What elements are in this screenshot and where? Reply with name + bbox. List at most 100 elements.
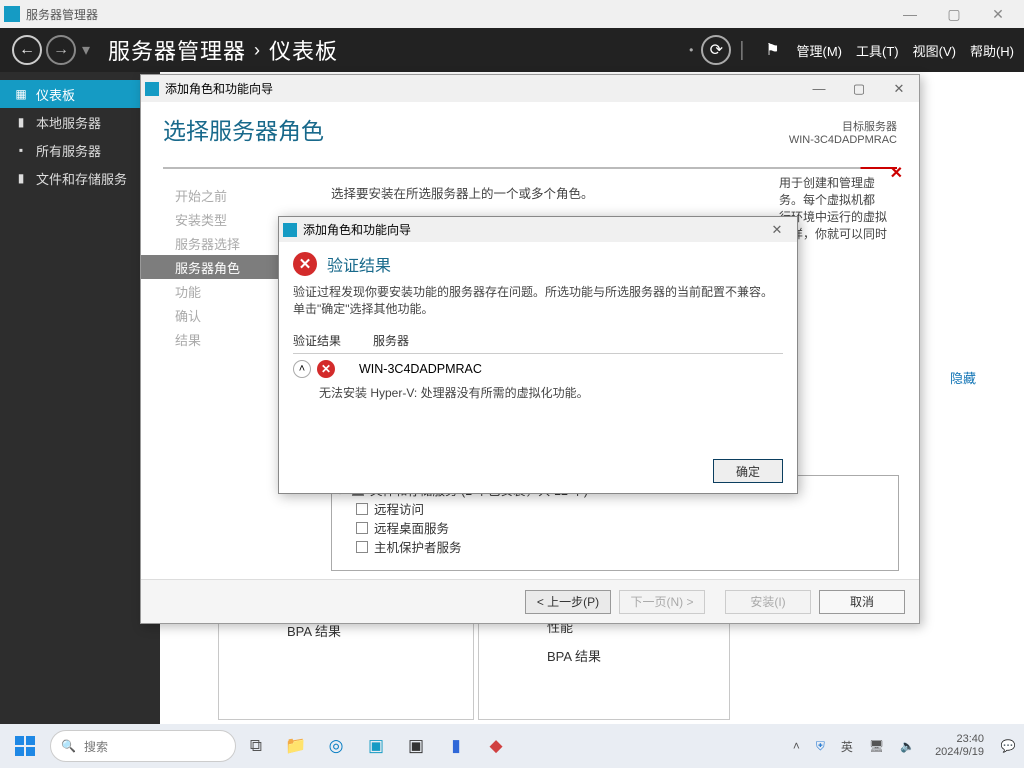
- sidebar-item-all-servers[interactable]: ▪ 所有服务器: [0, 136, 160, 164]
- sidebar-item-dashboard[interactable]: ▦ 仪表板: [0, 80, 160, 108]
- wizard-title: 添加角色和功能向导: [165, 80, 273, 97]
- all-servers-icon: ▪: [14, 143, 28, 157]
- folder-icon: 📁: [285, 736, 306, 756]
- refresh-icon: ⟳: [710, 40, 723, 60]
- taskbar-explorer[interactable]: 📁: [276, 726, 316, 766]
- previous-button[interactable]: < 上一步(P): [525, 590, 611, 614]
- tray-security-icon[interactable]: ⛨: [812, 739, 829, 754]
- sidebar-label: 仪表板: [36, 85, 75, 104]
- dialog-heading: 验证结果: [327, 252, 391, 276]
- menu-view[interactable]: 视图(V): [913, 41, 956, 60]
- window-title: 服务器管理器: [26, 6, 98, 23]
- install-button[interactable]: 安装(I): [725, 590, 811, 614]
- wizard-titlebar: 添加角色和功能向导 — ▢ ✕: [141, 75, 919, 102]
- sidebar-item-local-server[interactable]: ▮ 本地服务器: [0, 108, 160, 136]
- sidebar-item-file-storage[interactable]: ▮ 文件和存储服务: [0, 164, 160, 192]
- maximize-button[interactable]: ▢: [932, 0, 976, 28]
- tray-sound-icon[interactable]: 🔈: [896, 739, 919, 753]
- refresh-button[interactable]: ⟳: [701, 35, 731, 65]
- role-item-remote-access[interactable]: 远程访问: [338, 499, 892, 518]
- terminal-icon: ▣: [408, 736, 424, 756]
- menu-help[interactable]: 帮助(H): [970, 41, 1014, 60]
- wizard-minimize-button[interactable]: —: [799, 75, 839, 102]
- task-view-button[interactable]: ⧉: [236, 726, 276, 766]
- sidebar-label: 所有服务器: [36, 141, 101, 160]
- row-server-name: WIN-3C4DADPMRAC: [359, 362, 482, 376]
- flag-icon: ⚑: [765, 40, 779, 60]
- taskbar-app1[interactable]: ▮: [436, 726, 476, 766]
- edge-icon: ◎: [329, 736, 344, 756]
- clock-time: 23:40: [935, 733, 984, 746]
- start-button[interactable]: [6, 727, 44, 765]
- dialog-titlebar: 添加角色和功能向导 ✕: [279, 217, 797, 242]
- col-server: 服务器: [373, 332, 409, 349]
- minimize-button[interactable]: —: [888, 0, 932, 28]
- windows-logo-icon: [15, 736, 35, 756]
- app-icon: ▮: [451, 736, 460, 756]
- sidebar-label: 文件和存储服务: [36, 169, 127, 188]
- validation-message: 无法安装 Hyper-V: 处理器没有所需的虚拟化功能。: [293, 380, 783, 401]
- system-tray: ˄ ⛨ 英 🖥 🔈 23:40 2024/9/19 💬: [789, 733, 1018, 759]
- breadcrumb-app: 服务器管理器: [108, 34, 246, 66]
- breadcrumb-page: 仪表板: [269, 34, 338, 66]
- dashboard-icon: ▦: [14, 87, 28, 101]
- taskbar-search[interactable]: 🔍 搜索: [50, 730, 236, 762]
- wizard-close-button[interactable]: ✕: [879, 75, 919, 102]
- menu-tools[interactable]: 工具(T): [856, 41, 899, 60]
- col-validation-result: 验证结果: [293, 332, 373, 349]
- tray-ime[interactable]: 英: [837, 738, 857, 755]
- notifications-button[interactable]: ⚑: [763, 38, 783, 62]
- role-item-host-guardian[interactable]: 主机保护者服务: [338, 537, 892, 556]
- wizard-header: 选择服务器角色 目标服务器 WIN-3C4DADPMRAC: [141, 102, 919, 176]
- taskbar-app2[interactable]: ◆: [476, 726, 516, 766]
- role-label: 主机保护者服务: [374, 537, 462, 556]
- dialog-title: 添加角色和功能向导: [303, 221, 411, 238]
- dialog-column-headers: 验证结果 服务器: [293, 328, 783, 354]
- wizard-icon: [145, 82, 159, 96]
- file-storage-icon: ▮: [14, 171, 28, 185]
- nav-forward-button[interactable]: →: [46, 35, 76, 65]
- dialog-body-text: 验证过程发现你要安装功能的服务器存在问题。所选功能与所选服务器的当前配置不兼容。…: [293, 284, 783, 318]
- hide-link[interactable]: 隐藏: [950, 368, 976, 387]
- tray-network-icon[interactable]: 🖥: [865, 739, 888, 753]
- arrow-right-icon: →: [53, 41, 69, 59]
- search-icon: 🔍: [61, 739, 76, 753]
- role-item-remote-desktop[interactable]: 远程桌面服务: [338, 518, 892, 537]
- tray-chevron-icon[interactable]: ˄: [789, 739, 804, 753]
- checkbox-icon[interactable]: [356, 541, 368, 553]
- dashboard-tile-left: BPA 结果: [218, 612, 474, 720]
- local-server-icon: ▮: [14, 115, 28, 129]
- tray-notifications-icon[interactable]: 💬: [998, 739, 1018, 753]
- checkbox-icon[interactable]: [356, 522, 368, 534]
- ok-button[interactable]: 确定: [713, 459, 783, 483]
- role-label: 远程访问: [374, 499, 424, 518]
- cancel-button[interactable]: 取消: [819, 590, 905, 614]
- taskbar-terminal[interactable]: ▣: [396, 726, 436, 766]
- role-label: 远程桌面服务: [374, 518, 449, 537]
- server-manager-taskbar-icon: ▣: [368, 736, 384, 756]
- taskbar-server-manager[interactable]: ▣: [356, 726, 396, 766]
- wizard-maximize-button[interactable]: ▢: [839, 75, 879, 102]
- checkbox-icon[interactable]: [356, 503, 368, 515]
- app-icon: ◆: [489, 736, 502, 756]
- next-button[interactable]: 下一页(N) >: [619, 590, 705, 614]
- step-before-you-begin[interactable]: 开始之前: [141, 183, 319, 207]
- close-button[interactable]: ✕: [976, 0, 1020, 28]
- taskbar-edge[interactable]: ◎: [316, 726, 356, 766]
- tray-clock[interactable]: 23:40 2024/9/19: [935, 733, 984, 759]
- server-manager-icon: [4, 6, 20, 22]
- tile-row: BPA 结果: [479, 642, 729, 671]
- menu-manage[interactable]: 管理(M): [797, 41, 843, 60]
- server-manager-titlebar: 服务器管理器 — ▢ ✕: [0, 0, 1024, 28]
- row-error-icon: ✕: [317, 360, 335, 378]
- server-manager-sidebar: ▦ 仪表板 ▮ 本地服务器 ▪ 所有服务器 ▮ 文件和存储服务: [0, 72, 160, 724]
- search-placeholder: 搜索: [84, 738, 108, 755]
- dialog-icon: [283, 223, 297, 237]
- error-icon: ✕: [293, 252, 317, 276]
- nav-back-button[interactable]: ←: [12, 35, 42, 65]
- dialog-close-button[interactable]: ✕: [757, 217, 797, 242]
- breadcrumb: 服务器管理器 › 仪表板: [108, 34, 338, 66]
- collapse-button[interactable]: ˄: [293, 360, 311, 378]
- target-server-label: 目标服务器: [789, 118, 897, 134]
- wizard-heading: 选择服务器角色: [163, 112, 897, 146]
